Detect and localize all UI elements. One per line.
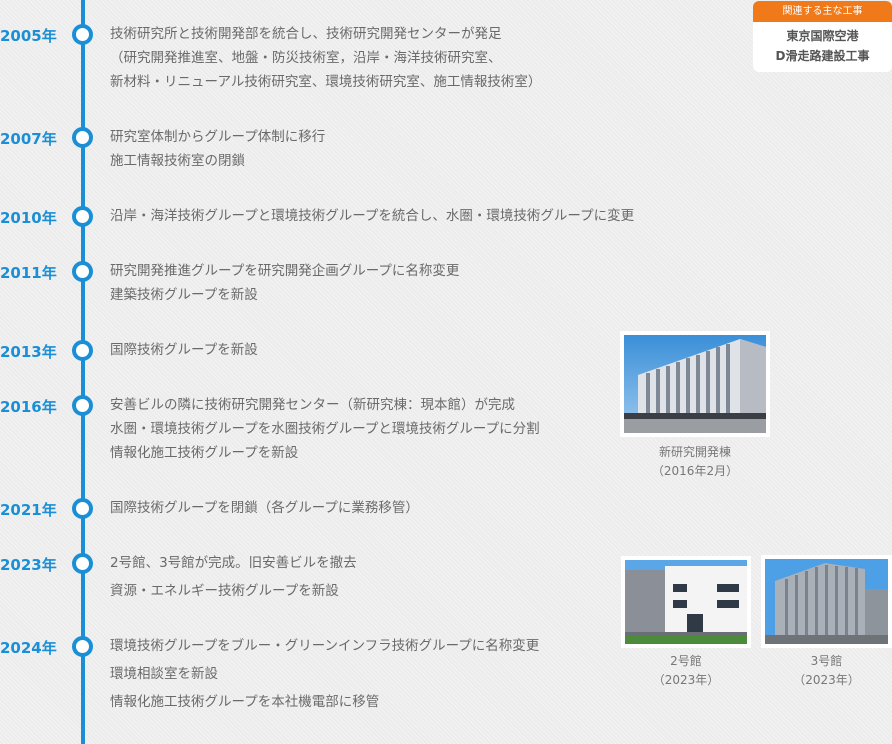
timeline-dot — [72, 498, 93, 519]
timeline-dot — [72, 261, 93, 282]
year-label: 2005年 — [0, 27, 57, 45]
building-2-image — [625, 560, 747, 644]
year-label: 2023年 — [0, 556, 57, 574]
event-line: 技術研究所と技術開発部を統合し、技術研究開発センターが発足 — [110, 26, 502, 42]
building-3-caption: 3号館 （2023年） — [761, 652, 892, 690]
timeline-dot — [72, 553, 93, 574]
new-building-photo[interactable] — [620, 331, 770, 437]
building-3-photo[interactable] — [761, 555, 892, 648]
event-line: （研究開発推進室、地盤・防災技術室，沿岸・海洋技術研究室、 — [110, 50, 502, 66]
new-building-caption: 新研究開発棟 （2016年2月） — [620, 443, 770, 481]
event-line: 新材料・リニューアル技術研究室、環境技術研究室、施工情報技術室） — [110, 74, 542, 90]
building-2-caption: 2号館 （2023年） — [621, 652, 751, 690]
caption-line: 2号館 — [670, 654, 702, 668]
caption-line: （2016年2月） — [651, 464, 739, 478]
event-line: 沿岸・海洋技術グループと環境技術グループを統合し、水圏・環境技術グループに変更 — [110, 208, 635, 224]
event-line: 環境相談室を新設 — [110, 666, 218, 682]
year-label: 2011年 — [0, 264, 57, 282]
related-work-badge[interactable]: 関連する主な工事 東京国際空港 D滑走路建設工事 — [753, 1, 892, 72]
year-label: 2007年 — [0, 130, 57, 148]
related-work-body: 東京国際空港 D滑走路建設工事 — [753, 22, 892, 66]
timeline-dot — [72, 127, 93, 148]
caption-line: 3号館 — [810, 654, 843, 668]
timeline-dot — [72, 636, 93, 657]
related-work-line: 東京国際空港 — [786, 29, 859, 43]
event-text: 2号館、3号館が完成。旧安善ビルを撤去 資源・エネルギー技術グループを新設 — [110, 551, 357, 607]
event-line: 水圏・環境技術グループを水圏技術グループと環境技術グループに分割 — [110, 421, 540, 437]
related-work-line: D滑走路建設工事 — [775, 49, 870, 63]
year-label: 2016年 — [0, 398, 57, 416]
timeline-line — [81, 0, 85, 744]
timeline-dot — [72, 24, 93, 45]
event-line: 情報化施工技術グループを本社機電部に移管 — [110, 694, 380, 710]
event-text: 研究開発推進グループを研究開発企画グループに名称変更 建築技術グループを新設 — [110, 259, 459, 307]
year-label: 2021年 — [0, 501, 57, 519]
related-work-header: 関連する主な工事 — [753, 1, 892, 22]
timeline-dot — [72, 206, 93, 227]
event-line: 安善ビルの隣に技術研究開発センター（新研究棟：現本館）が完成 — [110, 397, 515, 413]
caption-line: （2023年） — [793, 673, 860, 687]
building-2-photo[interactable] — [621, 556, 751, 648]
event-line: 研究室体制からグループ体制に移行 — [110, 129, 326, 145]
event-line: 研究開発推進グループを研究開発企画グループに名称変更 — [110, 263, 460, 279]
event-text: 環境技術グループをブルー・グリーンインフラ技術グループに名称変更 環境相談室を新… — [110, 634, 539, 718]
event-line: 2号館、3号館が完成。旧安善ビルを撤去 — [110, 555, 357, 571]
event-line: 情報化施工技術グループを新設 — [110, 445, 299, 461]
timeline-dot — [72, 395, 93, 416]
year-label: 2013年 — [0, 343, 57, 361]
event-text: 沿岸・海洋技術グループと環境技術グループを統合し、水圏・環境技術グループに変更 — [110, 204, 634, 228]
new-building-image — [624, 335, 766, 433]
event-line: 施工情報技術室の閉鎖 — [110, 153, 245, 169]
event-text: 研究室体制からグループ体制に移行 施工情報技術室の閉鎖 — [110, 125, 325, 173]
year-label: 2010年 — [0, 209, 57, 227]
event-line: 建築技術グループを新設 — [110, 287, 258, 303]
caption-line: 新研究開発棟 — [658, 445, 731, 459]
event-line: 資源・エネルギー技術グループを新設 — [110, 583, 339, 599]
event-line: 環境技術グループをブルー・グリーンインフラ技術グループに名称変更 — [110, 638, 540, 654]
year-label: 2024年 — [0, 639, 57, 657]
building-3-image — [765, 559, 888, 644]
timeline-dot — [72, 340, 93, 361]
event-line: 国際技術グループを閉鎖（各グループに業務移管） — [110, 500, 419, 516]
event-text: 国際技術グループを新設 — [110, 338, 258, 362]
event-line: 国際技術グループを新設 — [110, 342, 258, 358]
event-text: 安善ビルの隣に技術研究開発センター（新研究棟：現本館）が完成 水圏・環境技術グル… — [110, 393, 540, 465]
caption-line: （2023年） — [652, 673, 720, 687]
event-text: 技術研究所と技術開発部を統合し、技術研究開発センターが発足 （研究開発推進室、地… — [110, 22, 541, 94]
event-text: 国際技術グループを閉鎖（各グループに業務移管） — [110, 496, 419, 520]
